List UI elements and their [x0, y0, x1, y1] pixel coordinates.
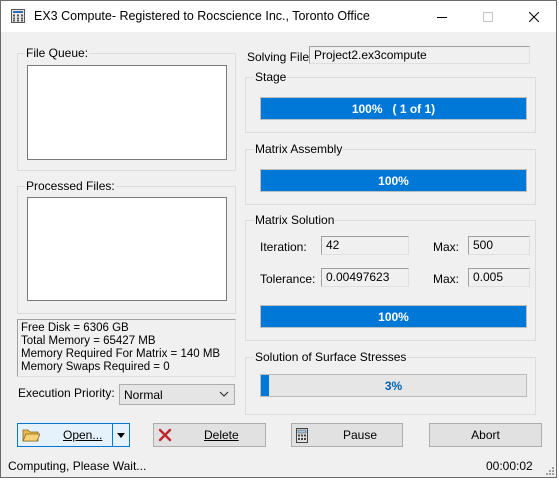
matrix-assembly-progress-text: 100%: [378, 173, 409, 188]
processed-files-label: Processed Files:: [25, 179, 116, 193]
open-dropdown-button[interactable]: [112, 423, 130, 447]
abort-button[interactable]: Abort: [429, 423, 542, 447]
execution-priority-select[interactable]: Normal: [119, 384, 235, 405]
memory-swaps-text: Memory Swaps Required = 0: [21, 361, 170, 373]
iteration-max-label: Max:: [433, 240, 460, 254]
minimize-button[interactable]: [419, 1, 465, 32]
matrix-solution-progress-bar: 100%: [260, 305, 527, 328]
iteration-field: 42: [321, 236, 409, 255]
matrix-solution-progress-text: 100%: [378, 309, 409, 324]
stage-progress-text: 100% ( 1 of 1): [351, 101, 436, 116]
solving-file-field: Project2.ex3compute: [309, 46, 530, 64]
calculator-icon: [296, 427, 308, 443]
pause-button[interactable]: Pause: [291, 423, 403, 447]
memory-info-panel: Free Disk = 6306 GB Total Memory = 65427…: [17, 319, 236, 377]
delete-button[interactable]: Delete: [153, 423, 266, 447]
stage-progress-bar: 100% ( 1 of 1): [260, 97, 527, 120]
abort-button-label: Abort: [471, 428, 500, 442]
open-button[interactable]: Open...: [17, 423, 113, 447]
status-bar: Computing, Please Wait... 00:00:02: [1, 452, 556, 477]
open-button-label: Open...: [63, 428, 103, 442]
tolerance-field: 0.00497623: [321, 268, 409, 287]
close-button[interactable]: [511, 1, 557, 32]
free-disk-text: Free Disk = 6306 GB: [21, 322, 129, 334]
window-title: EX3 Compute- Registered to Rocscience In…: [34, 9, 370, 23]
matrix-assembly-progress-bar: 100%: [260, 169, 527, 192]
stage-label: Stage: [254, 70, 288, 84]
surface-stresses-progress-text: 3%: [384, 378, 403, 393]
file-queue-list[interactable]: [27, 65, 227, 160]
app-icon: [11, 9, 25, 23]
execution-priority-label: Execution Priority:: [18, 386, 115, 400]
surface-stresses-label: Solution of Surface Stresses: [254, 350, 408, 364]
execution-priority-value: Normal: [124, 388, 163, 402]
maximize-icon: [483, 11, 493, 22]
app-window: EX3 Compute- Registered to Rocscience In…: [0, 0, 557, 478]
minimize-icon: [437, 16, 447, 18]
pause-button-label: Pause: [343, 428, 378, 442]
delete-button-label: Delete: [204, 428, 239, 442]
tolerance-label: Tolerance:: [260, 272, 316, 286]
elapsed-time: 00:00:02: [486, 459, 533, 473]
title-bar[interactable]: EX3 Compute- Registered to Rocscience In…: [1, 1, 556, 32]
iteration-label: Iteration:: [260, 240, 307, 254]
close-icon: [529, 11, 539, 22]
matrix-assembly-label: Matrix Assembly: [254, 142, 344, 156]
memory-required-text: Memory Required For Matrix = 140 MB: [21, 348, 221, 360]
processed-files-list[interactable]: [27, 197, 227, 301]
maximize-button[interactable]: [465, 1, 511, 32]
matrix-solution-label: Matrix Solution: [254, 213, 336, 227]
file-queue-label: File Queue:: [25, 46, 90, 60]
solving-file-label: Solving File:: [247, 50, 313, 64]
total-memory-text: Total Memory = 65427 MB: [21, 335, 156, 347]
resize-grip-icon[interactable]: [544, 465, 554, 475]
delete-x-icon: [158, 428, 172, 442]
caret-down-icon: [117, 432, 125, 438]
status-message: Computing, Please Wait...: [8, 459, 147, 473]
chevron-down-icon: [219, 391, 229, 397]
tolerance-max-label: Max:: [433, 272, 460, 286]
surface-stresses-progress-bar: 3%: [260, 374, 527, 397]
iteration-max-field: 500: [468, 236, 530, 255]
folder-open-icon: [22, 429, 40, 442]
tolerance-max-field: 0.005: [468, 268, 530, 287]
